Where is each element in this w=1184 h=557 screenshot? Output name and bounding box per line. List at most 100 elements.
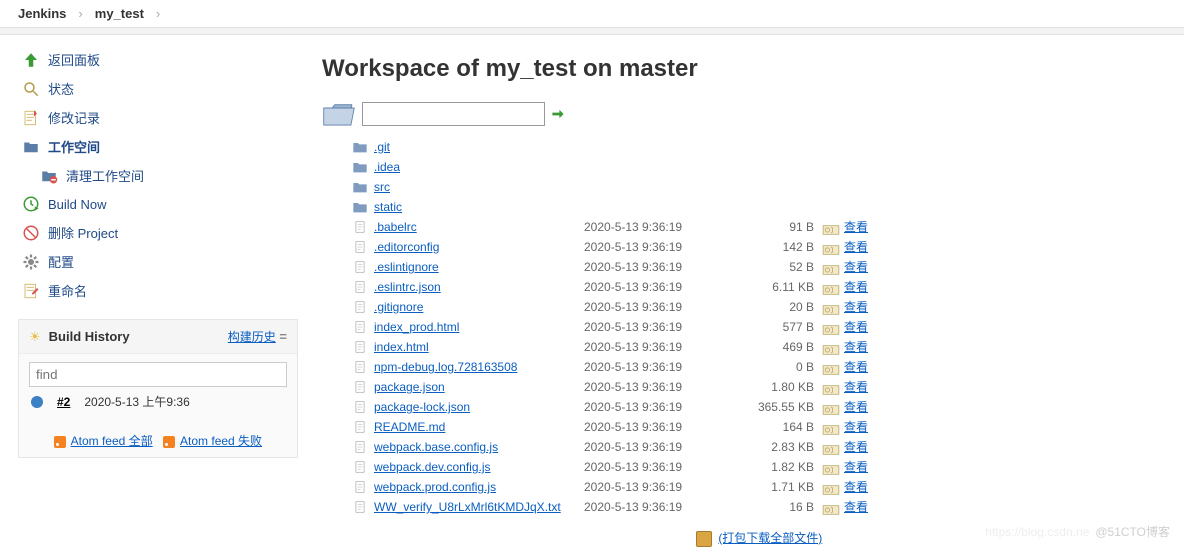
file-view-link[interactable]: 查看 [844,497,868,517]
main-content: Workspace of my_test on master .git.idea… [322,45,1166,547]
file-icon [352,260,368,274]
folder-row[interactable]: src [352,177,1166,197]
fingerprint-icon[interactable] [822,441,840,453]
sidebar-item-rename[interactable]: 重命名 [18,276,298,305]
sidebar-item-label: 配置 [48,252,74,271]
fingerprint-icon[interactable] [822,401,840,413]
file-view-link[interactable]: 查看 [844,257,868,277]
sidebar-item-back[interactable]: 返回面板 [18,45,298,74]
rss-icon [54,436,66,448]
fingerprint-icon[interactable] [822,501,840,513]
folder-row[interactable]: static [352,197,1166,217]
file-view-link[interactable]: 查看 [844,297,868,317]
sidebar-item-workspace[interactable]: 工作空间 [18,132,298,161]
file-row: .eslintrc.json2020-5-13 9:36:196.11 KB查看 [352,277,1166,297]
file-name[interactable]: .babelrc [374,217,584,237]
sidebar-item-label: Build Now [48,197,107,212]
folder-name[interactable]: src [374,177,584,197]
sidebar-item-changes[interactable]: 修改记录 [18,103,298,132]
file-row: package-lock.json2020-5-13 9:36:19365.55… [352,397,1166,417]
sidebar-item-status[interactable]: 状态 [18,74,298,103]
file-size: 577 B [734,317,818,337]
file-name[interactable]: WW_verify_U8rLxMrl6tKMDJqX.txt [374,497,584,517]
file-size: 1.82 KB [734,457,818,477]
file-name[interactable]: package.json [374,377,584,397]
sidebar-item-wipe[interactable]: 清理工作空间 [18,161,298,190]
fingerprint-icon[interactable] [822,321,840,333]
fingerprint-icon[interactable] [822,221,840,233]
file-name[interactable]: .gitignore [374,297,584,317]
build-time: 2020-5-13 上午9:36 [84,393,189,410]
file-name[interactable]: webpack.base.config.js [374,437,584,457]
file-name[interactable]: package-lock.json [374,397,584,417]
go-arrow-icon[interactable] [551,107,565,121]
file-view-link[interactable]: 查看 [844,417,868,437]
folder-icon [352,180,368,194]
atom-all-link[interactable]: Atom feed 全部 [71,434,153,448]
file-view-link[interactable]: 查看 [844,317,868,337]
file-name[interactable]: webpack.prod.config.js [374,477,584,497]
file-row: index_prod.html2020-5-13 9:36:19577 B查看 [352,317,1166,337]
feed-links: Atom feed 全部 Atom feed 失败 [19,424,297,457]
sidebar-item-configure[interactable]: 配置 [18,247,298,276]
fingerprint-icon[interactable] [822,461,840,473]
file-size: 164 B [734,417,818,437]
fingerprint-icon[interactable] [822,261,840,273]
file-view-link[interactable]: 查看 [844,457,868,477]
file-name[interactable]: npm-debug.log.728163508 [374,357,584,377]
file-view-link[interactable]: 查看 [844,357,868,377]
build-row[interactable]: #2 2020-5-13 上午9:36 [29,387,287,416]
file-name[interactable]: webpack.dev.config.js [374,457,584,477]
file-row: .editorconfig2020-5-13 9:36:19142 B查看 [352,237,1166,257]
fingerprint-icon[interactable] [822,421,840,433]
sidebar-item-label: 返回面板 [48,50,100,69]
sidebar-item-delete[interactable]: 删除 Project [18,218,298,247]
file-size: 52 B [734,257,818,277]
file-view-link[interactable]: 查看 [844,377,868,397]
file-icon [352,380,368,394]
fingerprint-icon[interactable] [822,301,840,313]
fingerprint-icon[interactable] [822,241,840,253]
atom-fail-link[interactable]: Atom feed 失败 [180,434,262,448]
build-id[interactable]: #2 [57,395,70,409]
workspace-path-input[interactable] [362,102,545,126]
fingerprint-icon[interactable] [822,381,840,393]
fingerprint-icon[interactable] [822,281,840,293]
file-view-link[interactable]: 查看 [844,277,868,297]
sidebar-item-label: 状态 [48,79,74,98]
fingerprint-icon[interactable] [822,341,840,353]
file-name[interactable]: .eslintignore [374,257,584,277]
fingerprint-icon[interactable] [822,361,840,373]
download-all-link[interactable]: (打包下载全部文件) [718,531,822,545]
folder-row[interactable]: .idea [352,157,1166,177]
file-size: 16 B [734,497,818,517]
sidebar-item-build-now[interactable]: Build Now [18,190,298,218]
file-date: 2020-5-13 9:36:19 [584,377,734,397]
breadcrumb-job[interactable]: my_test [95,6,144,21]
breadcrumb: Jenkins › my_test › [0,0,1184,27]
file-view-link[interactable]: 查看 [844,337,868,357]
build-find-input[interactable] [29,362,287,387]
file-icon [352,220,368,234]
file-name[interactable]: index.html [374,337,584,357]
collapse-icon[interactable]: = [279,329,287,344]
file-size: 142 B [734,237,818,257]
file-view-link[interactable]: 查看 [844,397,868,417]
file-view-link[interactable]: 查看 [844,437,868,457]
folder-row[interactable]: .git [352,137,1166,157]
file-name[interactable]: .eslintrc.json [374,277,584,297]
file-view-link[interactable]: 查看 [844,217,868,237]
file-name[interactable]: README.md [374,417,584,437]
fingerprint-icon[interactable] [822,481,840,493]
folder-name[interactable]: static [374,197,584,217]
folder-name[interactable]: .idea [374,157,584,177]
file-row: README.md2020-5-13 9:36:19164 B查看 [352,417,1166,437]
file-view-link[interactable]: 查看 [844,477,868,497]
file-view-link[interactable]: 查看 [844,237,868,257]
file-name[interactable]: .editorconfig [374,237,584,257]
build-trend-link[interactable]: 构建历史 [228,330,276,344]
file-icon [352,500,368,514]
breadcrumb-home[interactable]: Jenkins [18,6,66,21]
folder-name[interactable]: .git [374,137,584,157]
file-name[interactable]: index_prod.html [374,317,584,337]
